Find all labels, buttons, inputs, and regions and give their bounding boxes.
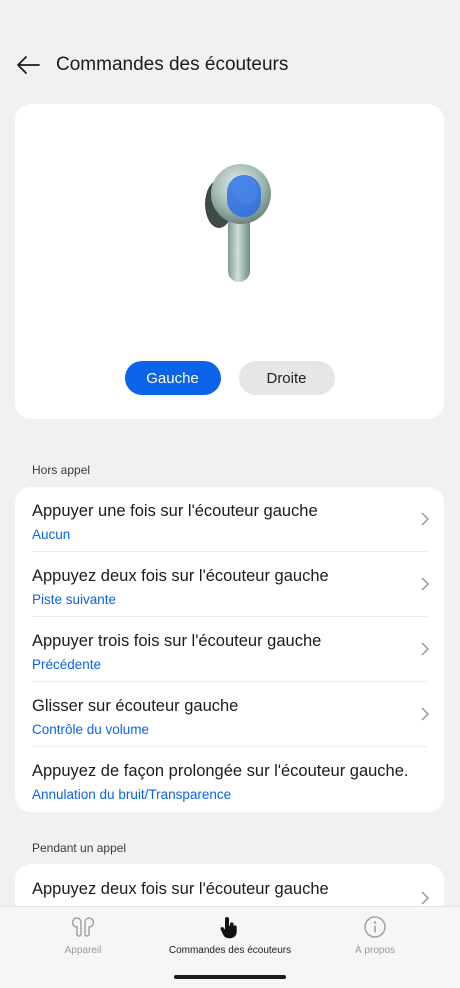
- header: Commandes des écouteurs: [0, 40, 460, 90]
- setting-row-title: Appuyez deux fois sur l'écouteur gauche: [32, 567, 329, 585]
- earbuds-icon: [71, 917, 95, 937]
- arrow-left-icon: [17, 56, 40, 74]
- home-indicator: [174, 975, 286, 979]
- setting-row-triple-tap[interactable]: Appuyer trois fois sur l'écouteur gauche…: [15, 617, 444, 682]
- setting-row-title: Glisser sur écouteur gauche: [32, 697, 239, 715]
- setting-row-value: Annulation du bruit/Transparence: [32, 787, 232, 802]
- left-side-button[interactable]: Gauche: [124, 361, 221, 395]
- chevron-right-icon: [421, 577, 430, 591]
- setting-row-title: Appuyez deux fois sur l'écouteur gauche: [32, 880, 329, 898]
- setting-row-title: Appuyez de façon prolongée sur l'écouteu…: [32, 762, 409, 780]
- setting-row-title: Appuyer une fois sur l'écouteur gauche: [32, 502, 318, 520]
- chevron-right-icon: [421, 891, 430, 905]
- nav-label: Commandes des écouteurs: [168, 945, 292, 956]
- nav-appareil[interactable]: Appareil: [8, 915, 158, 956]
- nav-commandes[interactable]: Commandes des écouteurs: [155, 915, 305, 956]
- back-button[interactable]: [0, 40, 56, 90]
- earbud-image: [205, 164, 271, 282]
- section-label-pendant-appel: Pendant un appel: [32, 841, 127, 855]
- touch-hand-icon: [220, 917, 237, 939]
- right-side-button[interactable]: Droite: [238, 361, 335, 395]
- setting-row-swipe[interactable]: Glisser sur écouteur gauche Contrôle du …: [15, 682, 444, 747]
- info-icon: [364, 916, 386, 938]
- nav-a-propos[interactable]: À propos: [300, 915, 450, 956]
- setting-row-value: Piste suivante: [32, 592, 117, 607]
- setting-row-long-press[interactable]: Appuyez de façon prolongée sur l'écouteu…: [15, 747, 444, 812]
- page-title: Commandes des écouteurs: [56, 54, 289, 75]
- setting-row-double-tap[interactable]: Appuyez deux fois sur l'écouteur gauche …: [15, 552, 444, 617]
- nav-label: Appareil: [64, 945, 102, 956]
- setting-row-single-tap[interactable]: Appuyer une fois sur l'écouteur gauche A…: [15, 487, 444, 552]
- setting-row-value: Précédente: [32, 657, 102, 672]
- setting-row-value: Contrôle du volume: [32, 722, 150, 737]
- setting-row-value: Aucun: [32, 527, 71, 542]
- section-label-hors-appel: Hors appel: [32, 463, 91, 477]
- side-selector: Gauche Droite: [15, 361, 444, 395]
- nav-label: À propos: [354, 945, 396, 956]
- setting-row-title: Appuyer trois fois sur l'écouteur gauche: [32, 632, 322, 650]
- status-bar: [0, 0, 460, 24]
- bottom-navigation: Appareil Commandes des écouteurs À propo…: [0, 906, 460, 988]
- chevron-right-icon: [421, 707, 430, 721]
- list-hors-appel: Appuyer une fois sur l'écouteur gauche A…: [15, 487, 444, 812]
- earbud-preview-card: Gauche Droite: [15, 104, 444, 419]
- chevron-right-icon: [421, 512, 430, 526]
- chevron-right-icon: [421, 642, 430, 656]
